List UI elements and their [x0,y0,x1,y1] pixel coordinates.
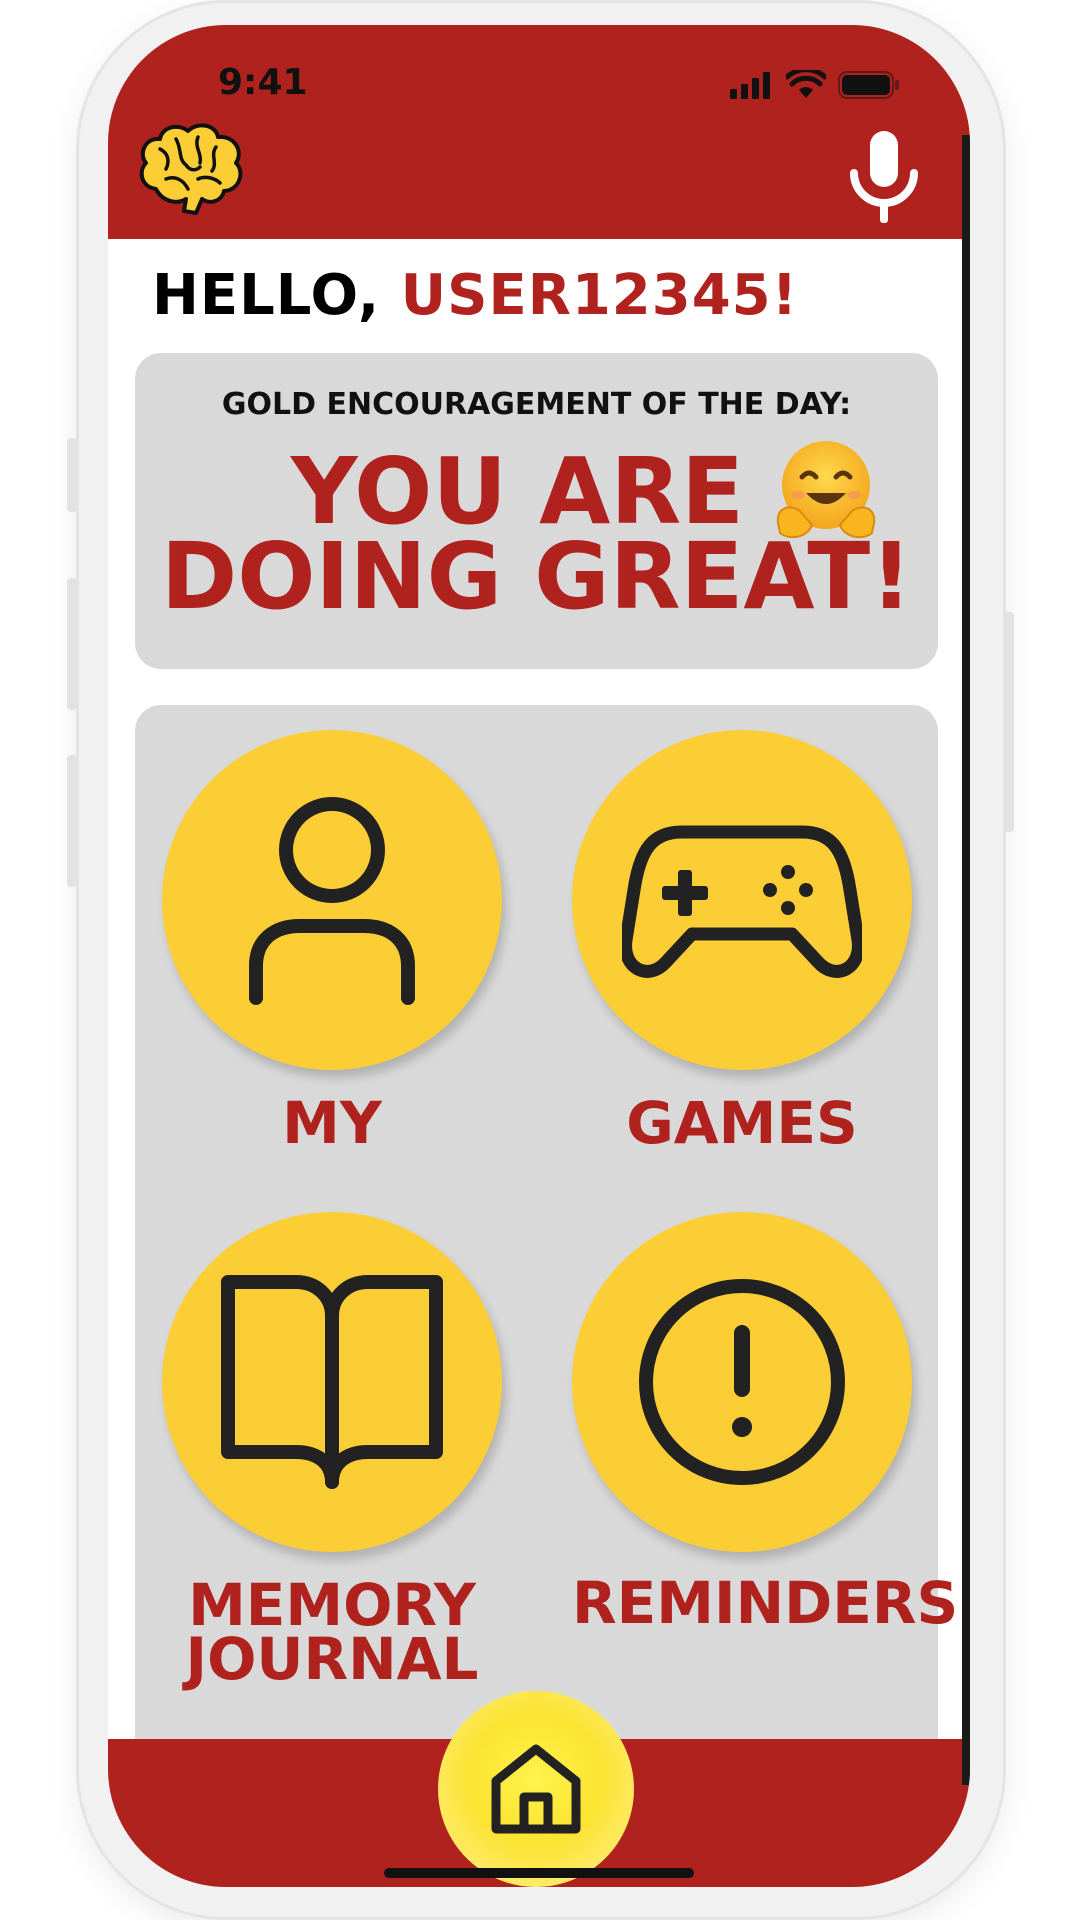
encouragement-text-line2: DOING GREAT! [160,523,913,630]
my-profile-button[interactable]: MY [162,730,502,1157]
volume-down-button [67,755,77,887]
open-book-icon [221,1275,443,1489]
screen-edge [962,135,970,1785]
greeting: HELLO, USER12345! [152,263,798,328]
status-time: 9:41 [218,62,308,103]
memory-journal-label: MEMORY JOURNAL [162,1571,502,1693]
games-label: GAMES [626,1089,858,1157]
phone-screen: 9:41 HELLO, USER12345! GOLD ENCOURAGEMEN… [108,25,970,1887]
mute-switch [67,438,77,512]
memory-journal-label-line1: MEMORY [188,1571,476,1639]
home-icon [491,1744,581,1834]
greeting-username: USER12345! [400,263,799,328]
memory-journal-button[interactable]: MEMORY JOURNAL [162,1212,502,1693]
person-icon [249,797,415,1005]
wifi-icon [786,70,826,98]
microphone-icon[interactable] [848,127,920,227]
brain-icon[interactable] [136,119,246,219]
memory-journal-circle[interactable] [162,1212,502,1552]
reminders-label: REMINDERS [572,1569,959,1637]
encouragement-card: GOLD ENCOURAGEMENT OF THE DAY: YOU ARE D… [135,353,938,669]
greeting-hello: HELLO, [152,263,401,328]
reminders-button[interactable]: REMINDERS [572,1212,959,1637]
encouragement-label: GOLD ENCOURAGEMENT OF THE DAY: [221,387,852,422]
alert-circle-icon [639,1279,845,1485]
battery-icon [838,71,899,99]
status-icons [730,67,900,103]
gamepad-icon [622,825,862,978]
my-profile-circle[interactable] [162,730,502,1070]
signal-icon [730,72,770,99]
app-header: 9:41 [108,25,970,239]
home-indicator[interactable] [384,1868,694,1878]
memory-journal-label-line2: JOURNAL [185,1625,479,1693]
my-profile-label: MY [282,1089,382,1157]
home-button[interactable] [438,1691,634,1887]
power-button [1004,612,1014,832]
games-circle[interactable] [572,730,912,1070]
games-button[interactable]: GAMES [572,730,912,1157]
reminders-circle[interactable] [572,1212,912,1552]
volume-up-button [67,578,77,710]
